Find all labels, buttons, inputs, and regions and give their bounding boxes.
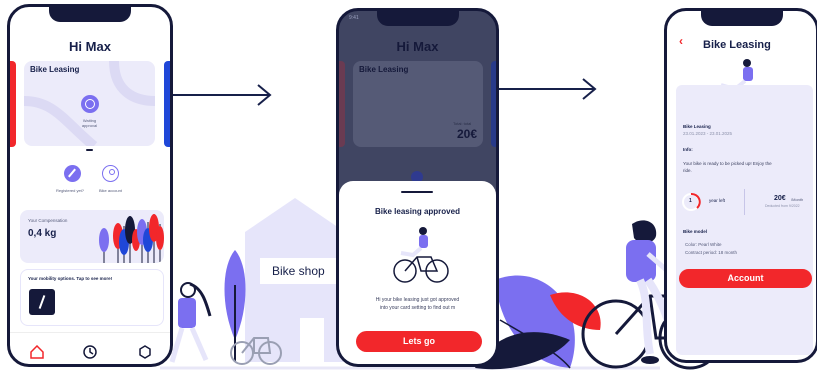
price-subtext: Deducted from 9/2022 bbox=[765, 204, 800, 208]
info-text-line2: ride. bbox=[683, 168, 692, 173]
account-button[interactable]: Account bbox=[679, 269, 812, 288]
settings-icon[interactable] bbox=[138, 345, 152, 359]
sheet-handle[interactable] bbox=[401, 191, 433, 193]
phone-home-screen: Hi Max Bike Leasing Waiting approval Reg… bbox=[7, 4, 173, 367]
home-icon[interactable] bbox=[30, 345, 44, 359]
trees-icon bbox=[99, 214, 164, 263]
years-left-label: year left bbox=[709, 198, 726, 203]
shop-sign: Bike shop bbox=[260, 258, 340, 284]
sheet-title: Bike leasing approved bbox=[375, 207, 460, 216]
bike-model-label: Bike model bbox=[683, 229, 708, 234]
pencil-icon bbox=[68, 168, 76, 178]
registered-icon-circle bbox=[64, 165, 81, 182]
leasing-card-dimmed: Bike Leasing Total: total 20€ bbox=[353, 61, 483, 147]
mobility-options-card[interactable]: Your mobility options. Tap to see more! bbox=[20, 269, 164, 326]
card-title: Bike Leasing bbox=[359, 65, 409, 74]
page-title: Bike Leasing bbox=[703, 39, 771, 51]
compensation-label: Your Compensation bbox=[28, 218, 68, 223]
sheet-body-line2: into your card setting to find out m bbox=[379, 305, 456, 311]
clock-icon[interactable] bbox=[83, 345, 97, 359]
info-label: Info: bbox=[683, 147, 693, 152]
side-card-left bbox=[339, 61, 345, 147]
greeting-title: Hi Max bbox=[396, 39, 439, 54]
compensation-value: 0,4 kg bbox=[28, 228, 57, 239]
status-time: 9:41 bbox=[349, 15, 359, 21]
bike-icon bbox=[38, 295, 46, 309]
side-card-right bbox=[491, 61, 496, 147]
compensation-card[interactable]: Your Compensation 0,4 kg bbox=[20, 210, 164, 263]
side-card-right[interactable] bbox=[164, 61, 170, 147]
registered-label: Registered yet? bbox=[56, 188, 85, 193]
bike-leasing-card[interactable]: Bike Leasing Waiting approval bbox=[24, 61, 155, 146]
bike-option-tile[interactable] bbox=[29, 289, 55, 315]
phone-leasing-detail-screen: ‹ Bike Leasing Bike Leasing 23.01.2023 -… bbox=[664, 8, 817, 363]
monthly-price: 20€ bbox=[774, 195, 786, 202]
phone-approval-screen: 9:41 Hi Max Bike Leasing Total: total 20… bbox=[336, 8, 499, 367]
years-left-number: 1 bbox=[689, 198, 692, 204]
page-indicator bbox=[86, 149, 93, 151]
clock-icon bbox=[85, 99, 95, 109]
section-title: Bike Leasing bbox=[683, 124, 711, 129]
user-icon-head bbox=[109, 169, 115, 175]
bike-color: Color: Pearl White bbox=[685, 242, 722, 247]
bike-account-action[interactable] bbox=[102, 165, 122, 185]
status-circle bbox=[81, 95, 99, 113]
greeting-title: Hi Max bbox=[69, 39, 111, 54]
approval-sheet: Bike leasing approved Hi your bike leasi… bbox=[339, 181, 496, 364]
metric-divider bbox=[744, 189, 745, 215]
phone-notch bbox=[49, 7, 131, 22]
card-title: Bike Leasing bbox=[30, 65, 80, 74]
price-unit: /Month bbox=[791, 197, 804, 202]
contract-period: Contract period: 18 month bbox=[685, 250, 738, 255]
bottom-nav bbox=[10, 332, 170, 364]
cyclist-icon bbox=[393, 227, 449, 283]
leasing-dates: 23.01.2023 - 23.01.2025 bbox=[683, 131, 733, 136]
mobility-title: Your mobility options. Tap to see more! bbox=[28, 276, 113, 281]
price-value: 20€ bbox=[457, 127, 478, 141]
phone-notch bbox=[376, 11, 459, 26]
bike-account-label: Bike account bbox=[99, 188, 122, 193]
shop-sign-text: Bike shop bbox=[272, 264, 325, 278]
arrow-icon bbox=[172, 84, 272, 106]
user-icon bbox=[102, 165, 119, 182]
side-card-left[interactable] bbox=[10, 61, 16, 147]
back-icon[interactable]: ‹ bbox=[679, 34, 683, 48]
lets-go-button[interactable]: Lets go bbox=[356, 331, 482, 352]
status-text-line2: approval bbox=[81, 123, 98, 128]
price-label: Total: total bbox=[453, 121, 472, 126]
sheet-body-line1: Hi your bike leasing just got approved bbox=[375, 297, 460, 303]
info-text-line1: Your bike is ready to be picked up! Enjo… bbox=[683, 161, 772, 166]
phone-notch bbox=[700, 11, 783, 26]
arrow-icon bbox=[497, 78, 597, 100]
